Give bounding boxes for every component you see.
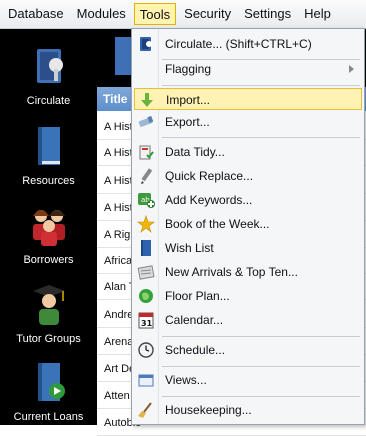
keywords-icon: ab [138, 193, 155, 208]
nav-label-current-loans: Current Loans [13, 411, 84, 423]
nav-item-borrowers[interactable]: Borrowers [0, 200, 97, 266]
menu-item-quick-replace[interactable]: Quick Replace... [134, 165, 362, 187]
menu-item-data-tidy[interactable]: Data Tidy... [134, 141, 362, 163]
data-tidy-icon [139, 145, 154, 160]
menu-item-add-keywords[interactable]: ab Add Keywords... [134, 189, 362, 211]
people-icon [32, 210, 65, 246]
menu-modules[interactable]: Modules [72, 3, 131, 25]
broom-icon [138, 402, 152, 418]
menu-item-circulate[interactable]: Circulate... (Shift+CTRL+C) [134, 33, 362, 55]
menu-tools[interactable]: Tools [133, 3, 177, 25]
menu-item-export[interactable]: Export... [134, 111, 362, 133]
views-icon [138, 374, 154, 387]
menu-database[interactable]: Database [3, 3, 69, 25]
nav-label-circulate: Circulate [26, 95, 71, 107]
import-arrow-icon [141, 93, 153, 107]
book-icon [37, 127, 60, 165]
circulate-icon [36, 49, 63, 83]
circulate-icon [140, 37, 152, 51]
star-icon [137, 215, 155, 233]
menu-separator [162, 366, 360, 367]
nav-item-tutor-groups[interactable]: Tutor Groups [0, 279, 97, 345]
menu-bar: Database Modules Tools Security Settings… [0, 0, 366, 29]
menu-separator [162, 396, 360, 397]
menu-item-floor-plan[interactable]: Floor Plan... [134, 285, 362, 307]
menu-security[interactable]: Security [179, 3, 236, 25]
tools-dropdown-menu: Circulate... (Shift+CTRL+C) Flagging Imp… [131, 28, 365, 425]
nav-item-resources[interactable]: Resources [0, 121, 97, 187]
menu-item-schedule[interactable]: Schedule... [134, 339, 362, 361]
menu-separator [162, 137, 360, 138]
menu-item-flagging[interactable]: Flagging [134, 58, 362, 80]
submenu-arrow-icon [349, 65, 354, 73]
menu-settings[interactable]: Settings [239, 3, 296, 25]
menu-item-views[interactable]: Views... [134, 369, 362, 391]
calendar-icon: 31 [138, 312, 154, 329]
menu-separator [162, 336, 360, 337]
menu-item-calendar[interactable]: 31 Calendar... [134, 309, 362, 331]
nav-item-circulate[interactable]: Circulate [0, 41, 97, 107]
svg-text:31: 31 [141, 319, 153, 328]
menu-item-book-of-the-week[interactable]: Book of the Week... [134, 213, 362, 235]
clock-icon [138, 342, 154, 358]
nav-item-current-loans[interactable]: Current Loans [0, 357, 97, 423]
nav-label-resources: Resources [22, 175, 75, 187]
nav-label-tutor-groups: Tutor Groups [16, 333, 81, 345]
nav-label-borrowers: Borrowers [23, 254, 74, 266]
menu-item-housekeeping[interactable]: Housekeeping... [134, 399, 362, 421]
new-arrivals-icon [137, 265, 155, 280]
pencil-icon [141, 168, 153, 184]
menu-item-import[interactable]: Import... [134, 88, 362, 110]
menu-separator [162, 85, 360, 86]
floor-plan-globe-icon [139, 289, 153, 303]
book-arrow-icon [37, 363, 65, 401]
wish-list-book-icon [141, 240, 151, 256]
menu-item-wish-list[interactable]: Wish List [134, 237, 362, 259]
graduate-icon [32, 285, 65, 325]
menu-item-new-arrivals[interactable]: New Arrivals & Top Ten... [134, 261, 362, 283]
left-navigation: Circulate Resources Borrowers Tutor Grou… [0, 29, 97, 425]
export-icon [138, 115, 154, 127]
menu-help[interactable]: Help [299, 3, 336, 25]
